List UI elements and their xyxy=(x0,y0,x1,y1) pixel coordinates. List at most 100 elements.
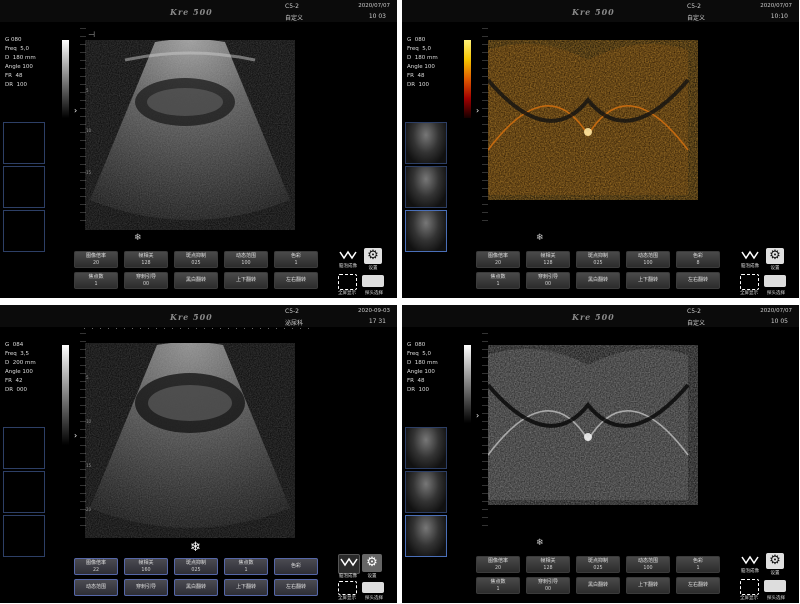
invert-button[interactable]: 黑白翻转 xyxy=(174,272,218,289)
flip-horizontal-button[interactable]: 左右翻转 xyxy=(274,272,318,289)
param-freq: Freq 5,0 xyxy=(5,46,30,52)
flip-horizontal-button[interactable]: 左右翻转 xyxy=(274,579,318,596)
button-label: 斑点抑制 xyxy=(185,560,206,566)
probe-name: C5-2 xyxy=(687,3,701,10)
flip-vertical-button[interactable]: 上下翻转 xyxy=(224,579,268,596)
biopsy-guide-button[interactable]: 穿刺引导 00 xyxy=(124,272,168,289)
param-angle: Angle 100 xyxy=(5,64,33,70)
thumbnail[interactable] xyxy=(405,166,447,208)
dynamic-range-button[interactable]: 动态范围 100 xyxy=(626,251,670,268)
dynamic-range-button[interactable]: 动态范围 100 xyxy=(626,556,670,573)
color-map-button[interactable]: 色彩 1 xyxy=(676,556,720,573)
thumbnail-selected[interactable] xyxy=(405,210,447,252)
thumbnail[interactable] xyxy=(3,515,45,557)
frame-correlation-button[interactable]: 帧相关 128 xyxy=(526,556,570,573)
image-zoom-button[interactable]: 图像倍率 20 xyxy=(476,251,520,268)
thumbnail[interactable] xyxy=(3,210,45,252)
date-label: 2020/07/07 xyxy=(760,3,792,9)
biopsy-guide-button[interactable]: 穿刺引导 00 xyxy=(526,272,570,289)
thumbnail[interactable] xyxy=(3,166,45,208)
fullscreen-icon[interactable] xyxy=(740,274,759,290)
thumbnail-strip xyxy=(3,427,45,559)
thumbnail-selected[interactable] xyxy=(405,515,447,557)
probe-select-icon[interactable] xyxy=(362,275,384,287)
flip-vertical-button[interactable]: 上下翻转 xyxy=(224,272,268,289)
image-zoom-button[interactable]: 图像倍率 20 xyxy=(476,556,520,573)
speckle-reduction-button[interactable]: 斑点抑制 025 xyxy=(576,556,620,573)
biopsy-guide-button[interactable]: 穿刺引导 00 xyxy=(526,577,570,594)
invert-button[interactable]: 黑白翻转 xyxy=(174,579,218,596)
exam-preset: 自定义 xyxy=(687,15,706,22)
date-label: 2020/07/07 xyxy=(760,308,792,314)
param-depth: D 180 mm xyxy=(407,55,438,61)
probe-name: C5-2 xyxy=(285,3,299,10)
button-value: 8 xyxy=(696,261,700,266)
thumbnail[interactable] xyxy=(405,427,447,469)
button-value: 00 xyxy=(544,587,552,592)
thumbnail[interactable] xyxy=(3,471,45,513)
param-depth: D 180 mm xyxy=(407,360,438,366)
dynamic-range-button[interactable]: 动态范围 100 xyxy=(224,251,268,268)
param-gain: G 080 xyxy=(407,342,426,348)
button-value: 1 xyxy=(496,587,500,592)
focus-count-button[interactable]: 焦点数 1 xyxy=(476,272,520,289)
button-label: 动态范围 xyxy=(637,558,658,564)
fullscreen-icon[interactable] xyxy=(338,581,357,595)
image-zoom-button[interactable]: 图像倍率 20 xyxy=(74,251,118,268)
focus-count-button[interactable]: 焦点数 1 xyxy=(74,272,118,289)
button-value: 22 xyxy=(92,568,100,573)
imaging-parameters: G 080 Freq 5,0 D 180 mm Angle 100 FR 48 … xyxy=(5,36,36,90)
probe-select-icon[interactable] xyxy=(764,275,786,287)
invert-button[interactable]: 黑白翻转 xyxy=(576,577,620,594)
frame-correlation-button[interactable]: 帧相关 160 xyxy=(124,558,168,575)
thumbnail-strip xyxy=(405,122,447,254)
flip-horizontal-button[interactable]: 左右翻转 xyxy=(676,272,720,289)
button-label: 色彩 xyxy=(692,253,703,259)
flip-vertical-button[interactable]: 上下翻转 xyxy=(626,272,670,289)
flip-vertical-button[interactable]: 上下翻转 xyxy=(626,577,670,594)
thumbnail[interactable] xyxy=(3,122,45,164)
color-map-button[interactable]: 色彩 8 xyxy=(676,251,720,268)
focus-count-button[interactable]: 焦点数 1 xyxy=(476,577,520,594)
exam-preset: 自定义 xyxy=(285,15,304,22)
speckle-reduction-button[interactable]: 斑点抑制 025 xyxy=(174,251,218,268)
param-frame-rate: FR 42 xyxy=(5,378,23,384)
greyscale-colorbar xyxy=(464,345,471,423)
speckle-reduction-button[interactable]: 斑点抑制 025 xyxy=(576,251,620,268)
ultrasound-screen-4: Kre 500 C5-2 自定义 2020/07/07 10 05 G 080 … xyxy=(402,305,799,603)
thumbnail[interactable] xyxy=(3,427,45,469)
param-frame-rate: FR 48 xyxy=(407,73,425,79)
dynamic-range-button[interactable]: 动态范围 xyxy=(74,579,118,596)
fullscreen-icon[interactable] xyxy=(338,274,357,290)
gear-icon[interactable]: ⚙ xyxy=(766,553,784,569)
frame-correlation-button[interactable]: 帧相关 128 xyxy=(124,251,168,268)
probe-name: C5-2 xyxy=(285,308,299,315)
fullscreen-icon[interactable] xyxy=(740,579,759,595)
color-map-button[interactable]: 色彩 1 xyxy=(274,251,318,268)
gear-icon[interactable]: ⚙ xyxy=(362,554,382,572)
thumbnail[interactable] xyxy=(405,471,447,513)
speckle-reduction-button[interactable]: 斑点抑制 025 xyxy=(174,558,218,575)
button-label: 上下翻转 xyxy=(235,584,256,590)
invert-button[interactable]: 黑白翻转 xyxy=(576,272,620,289)
probe-select-icon[interactable] xyxy=(764,580,786,592)
biopsy-guide-button[interactable]: 穿刺引导 xyxy=(124,579,168,596)
focus-count-button[interactable]: 焦点数 1 xyxy=(224,558,268,575)
gear-icon[interactable]: ⚙ xyxy=(766,248,784,264)
flip-horizontal-button[interactable]: 左右翻转 xyxy=(676,577,720,594)
thumbnail[interactable] xyxy=(405,122,447,164)
icon-label: 探头选择 xyxy=(767,596,785,601)
gear-icon[interactable]: ⚙ xyxy=(364,248,382,264)
icon-label: 全屏显示 xyxy=(338,291,356,296)
probe-select-icon[interactable] xyxy=(362,582,384,593)
frame-correlation-button[interactable]: 帧相关 128 xyxy=(526,251,570,268)
color-map-button[interactable]: 色彩 xyxy=(274,558,318,575)
thumbnail-strip xyxy=(405,427,447,559)
image-zoom-button[interactable]: 图像倍率 22 xyxy=(74,558,118,575)
button-value: 1 xyxy=(244,568,248,573)
param-angle: Angle 100 xyxy=(407,369,435,375)
button-label: 焦点数 xyxy=(238,560,254,566)
button-label: 上下翻转 xyxy=(637,277,658,283)
brand-logo: Kre 500 xyxy=(572,7,615,17)
freeze-wave-icon[interactable] xyxy=(338,554,360,574)
